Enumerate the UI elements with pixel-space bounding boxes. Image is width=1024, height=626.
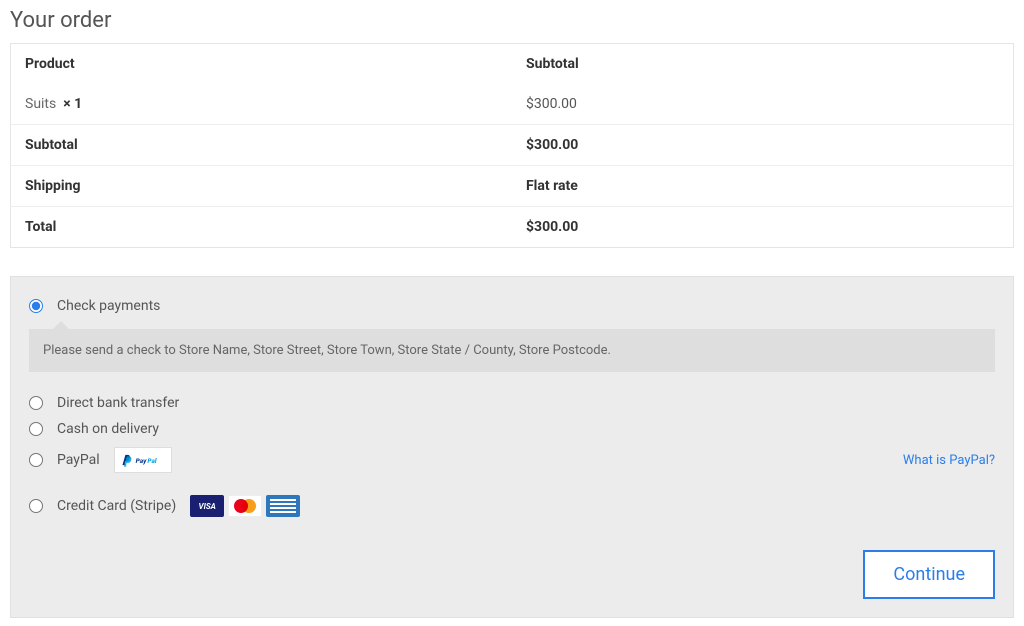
- payment-option-check[interactable]: Check payments: [29, 293, 995, 319]
- button-row: Continue: [29, 550, 995, 599]
- radio-paypal[interactable]: [29, 453, 43, 467]
- total-value: $300.00: [512, 207, 1014, 248]
- payment-methods-panel: Check payments Please send a check to St…: [10, 276, 1014, 618]
- payment-option-bank[interactable]: Direct bank transfer: [29, 390, 995, 416]
- radio-cash-on-delivery[interactable]: [29, 422, 43, 436]
- subtotal-label: Subtotal: [11, 125, 513, 166]
- table-row: Suits × 1 $300.00: [11, 84, 1014, 125]
- label-check-payments[interactable]: Check payments: [57, 298, 160, 314]
- label-bank-transfer[interactable]: Direct bank transfer: [57, 395, 179, 411]
- product-price: $300.00: [512, 84, 1014, 125]
- header-subtotal: Subtotal: [512, 44, 1014, 85]
- table-header-row: Product Subtotal: [11, 44, 1014, 85]
- card-brand-icons: VISA: [190, 495, 300, 517]
- label-cash-on-delivery[interactable]: Cash on delivery: [57, 421, 159, 437]
- payment-option-cod[interactable]: Cash on delivery: [29, 416, 995, 442]
- shipping-label: Shipping: [11, 166, 513, 207]
- product-cell: Suits × 1: [11, 84, 513, 125]
- table-row: Shipping Flat rate: [11, 166, 1014, 207]
- order-summary-table: Product Subtotal Suits × 1 $300.00 Subto…: [10, 43, 1014, 248]
- product-qty: × 1: [63, 96, 82, 112]
- radio-bank-transfer[interactable]: [29, 396, 43, 410]
- payment-description-check: Please send a check to Store Name, Store…: [29, 329, 995, 372]
- payment-option-paypal[interactable]: PayPal Pay Pal What is PayPal?: [29, 442, 995, 478]
- payment-option-stripe[interactable]: Credit Card (Stripe) VISA: [29, 490, 995, 522]
- page-title: Your order: [10, 8, 1014, 33]
- svg-text:Pay: Pay: [135, 457, 146, 465]
- shipping-value: Flat rate: [512, 166, 1014, 207]
- mastercard-icon: [228, 495, 262, 517]
- label-credit-card-stripe[interactable]: Credit Card (Stripe): [57, 498, 176, 514]
- svg-text:Pal: Pal: [147, 457, 157, 465]
- label-paypal[interactable]: PayPal: [57, 452, 100, 468]
- paypal-logo-icon: Pay Pal: [114, 447, 172, 473]
- what-is-paypal-link[interactable]: What is PayPal?: [903, 453, 995, 468]
- visa-icon: VISA: [190, 495, 224, 517]
- table-row: Total $300.00: [11, 207, 1014, 248]
- total-label: Total: [11, 207, 513, 248]
- continue-button[interactable]: Continue: [863, 550, 995, 599]
- amex-icon: [266, 495, 300, 517]
- header-product: Product: [11, 44, 513, 85]
- radio-check-payments[interactable]: [29, 299, 43, 313]
- table-row: Subtotal $300.00: [11, 125, 1014, 166]
- subtotal-value: $300.00: [512, 125, 1014, 166]
- product-name: Suits: [25, 96, 56, 112]
- radio-credit-card-stripe[interactable]: [29, 499, 43, 513]
